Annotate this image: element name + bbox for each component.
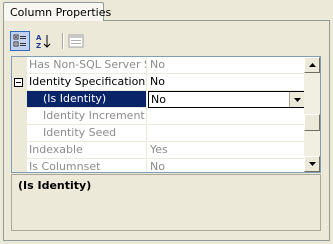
property-row-selected[interactable]: (Is Identity) No [12,91,305,108]
is-identity-dropdown[interactable]: No [148,91,305,108]
svg-text:A: A [36,34,42,42]
row-gutter [12,91,27,108]
scrollbar-thumb[interactable] [304,114,320,131]
categorized-icon [13,34,26,47]
chevron-down-icon [308,162,316,166]
toolbar-separator [62,33,64,49]
dropdown-button[interactable] [289,92,304,107]
chevron-down-icon [293,97,301,102]
row-gutter [12,142,27,159]
property-value: No [148,159,305,172]
property-grid[interactable]: Has Non-SQL Server Subscriber No Identit… [11,56,321,173]
tab-column-properties[interactable]: Column Properties [3,2,111,21]
property-name: Identity Increment [27,108,147,125]
collapse-icon[interactable] [14,78,23,87]
help-pane: (Is Identity) [11,174,321,231]
property-row[interactable]: Identity Seed [12,125,305,142]
categorized-button[interactable] [10,31,30,51]
property-value: No [148,57,305,74]
scroll-up-button[interactable] [304,57,320,73]
help-title: (Is Identity) [18,179,92,192]
property-value: No [148,74,305,91]
alphabetical-button[interactable]: A Z [34,31,54,51]
property-value: Yes [148,142,305,159]
svg-text:Z: Z [36,42,41,49]
property-name: (Is Identity) [27,91,147,108]
property-pages-button[interactable] [66,31,86,51]
tab-label: Column Properties [10,6,112,19]
property-pages-icon [68,34,84,48]
property-row[interactable]: Has Non-SQL Server Subscriber No [12,57,305,74]
sort-az-icon: A Z [36,34,51,49]
property-value [148,108,305,125]
chevron-up-icon [308,63,316,67]
row-gutter [12,125,27,142]
scroll-down-button[interactable] [304,156,320,172]
property-toolbar: A Z [10,31,120,53]
dropdown-value: No [151,93,166,106]
property-name: Identity Seed [27,125,147,142]
row-gutter [12,159,27,172]
property-value [148,125,305,142]
property-name: Has Non-SQL Server Subscriber [27,57,147,74]
property-name: Identity Specification [27,74,147,91]
property-name: Is Columnset [27,159,147,172]
vertical-scrollbar[interactable] [304,57,320,172]
property-row[interactable]: Indexable Yes [12,142,305,159]
row-gutter [12,74,27,91]
row-gutter [12,108,27,125]
property-row[interactable]: Identity Increment [12,108,305,125]
row-gutter [12,57,27,74]
property-name: Indexable [27,142,147,159]
property-row[interactable]: Is Columnset No [12,159,305,172]
property-row[interactable]: Identity Specification No [12,74,305,91]
